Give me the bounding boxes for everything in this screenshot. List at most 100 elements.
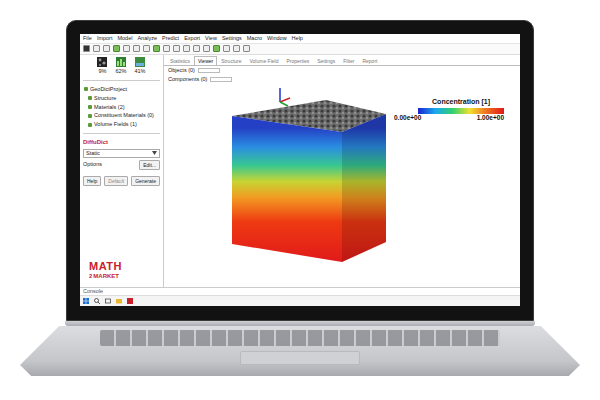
color-legend: Concentration [1] 0.00e+001.00e+00 (394, 98, 504, 285)
tree-item[interactable]: Structure (83, 95, 160, 102)
tab[interactable]: Settings (313, 56, 339, 65)
tool-icon[interactable] (103, 45, 110, 52)
tab[interactable]: Filter (339, 56, 358, 65)
taskbar-item[interactable] (105, 298, 111, 304)
tree-label: Volume Fields (1) (94, 121, 137, 128)
legend-gradient (418, 108, 504, 114)
folder-icon (88, 114, 92, 118)
stat-item: 62% (115, 57, 126, 75)
tool-icon[interactable] (83, 45, 90, 52)
tool-icon[interactable] (243, 45, 250, 52)
logo-text: MARKET (93, 273, 119, 279)
tree-item[interactable]: Constituent Materials (0) (83, 112, 160, 119)
tree-label: Constituent Materials (0) (94, 112, 154, 119)
laptop-base (20, 321, 580, 376)
tree-label: Materials (2) (94, 104, 125, 111)
menu-item[interactable]: Macro (247, 35, 262, 42)
taskbar-item[interactable] (94, 298, 100, 304)
cube-view[interactable] (168, 86, 388, 285)
menu-item[interactable]: Help (292, 35, 303, 42)
tree-item[interactable]: Volume Fields (1) (83, 121, 160, 128)
logo-digit: 2 (89, 273, 92, 279)
tab[interactable]: Report (358, 56, 381, 65)
dropdown-icon (152, 150, 157, 157)
tree-item[interactable]: GeoDictProject (83, 86, 160, 93)
windows-icon (83, 298, 89, 304)
legend-max: 1.00e+00 (477, 114, 504, 122)
legend-labels: 0.00e+001.00e+00 (394, 114, 504, 122)
field-label: Objects (0) (168, 67, 195, 74)
search-icon (94, 298, 100, 304)
menu-item[interactable]: Settings (222, 35, 242, 42)
menu-item[interactable]: Export (184, 35, 200, 42)
panel-button[interactable]: Help (83, 176, 101, 186)
stats-row: 9% 62% 41% (83, 57, 160, 75)
app-window: File Import Model Analyze Predict Export View S… (80, 34, 520, 306)
taskview-icon (105, 298, 111, 304)
menu-item[interactable]: File (83, 35, 92, 42)
panel-button[interactable]: Generate (131, 176, 160, 186)
tree-item[interactable]: Materials (2) (83, 104, 160, 111)
memory-icon (116, 57, 126, 67)
stat-item: 9% (97, 57, 107, 75)
field-label: Components (0) (168, 76, 207, 83)
keyboard (100, 330, 500, 346)
solver-select[interactable]: Static (83, 149, 160, 158)
legend-title: Concentration [1] (432, 98, 490, 107)
field-input[interactable] (198, 68, 220, 73)
tab[interactable]: Viewer (194, 56, 217, 65)
edit-button[interactable]: Edit... (139, 160, 160, 170)
tool-icon[interactable] (183, 45, 190, 52)
tab[interactable]: Properties (282, 56, 313, 65)
cube-model[interactable] (230, 94, 388, 264)
structure-icon (97, 57, 107, 67)
tool-icon[interactable] (163, 45, 170, 52)
tool-icon[interactable] (143, 45, 150, 52)
app-body: 9% 62% 41% GeoDictProject Structure Materials… (80, 55, 520, 287)
main-panel: StatisticsViewerStructureVolume FieldPro… (164, 55, 520, 287)
tool-icon[interactable] (173, 45, 180, 52)
taskbar-item[interactable] (83, 298, 89, 304)
stat-item: 41% (135, 57, 146, 75)
tool-icon[interactable] (133, 45, 140, 52)
taskbar-item[interactable] (116, 298, 122, 304)
menu-bar: File Import Model Analyze Predict Export View S… (80, 34, 520, 44)
tab[interactable]: Structure (217, 56, 245, 65)
trackpad[interactable] (240, 351, 360, 365)
options-row: OptionsEdit... (83, 160, 160, 170)
tool-icon[interactable] (123, 45, 130, 52)
menu-item[interactable]: Import (97, 35, 113, 42)
axes-icon (274, 86, 292, 108)
field-input[interactable] (210, 77, 232, 82)
tab[interactable]: Statistics (166, 56, 194, 65)
tool-icon[interactable] (93, 45, 100, 52)
tool-icon[interactable] (203, 45, 210, 52)
console-bar[interactable]: Console (80, 287, 520, 295)
left-panel: 9% 62% 41% GeoDictProject Structure Materials… (80, 55, 164, 287)
module-title: DiffuDict (83, 139, 160, 147)
tab[interactable]: Volume Field (246, 56, 283, 65)
menu-item[interactable]: Analyze (137, 35, 157, 42)
logo-subline: 2MARKET (89, 272, 160, 279)
tool-icon[interactable] (233, 45, 240, 52)
tab-bar: StatisticsViewerStructureVolume FieldPro… (164, 55, 520, 66)
tool-icon[interactable] (153, 45, 160, 52)
tool-icon[interactable] (213, 45, 220, 52)
menu-item[interactable]: Model (117, 35, 132, 42)
stat-reading: 9% (99, 68, 107, 75)
menu-item[interactable]: Window (267, 35, 287, 42)
tool-icon[interactable] (193, 45, 200, 52)
caret-icon (152, 151, 157, 155)
explorer-icon (116, 298, 122, 304)
taskbar-item[interactable] (127, 298, 133, 304)
menu-item[interactable]: Predict (162, 35, 179, 42)
tree-label: GeoDictProject (90, 86, 127, 93)
menu-item[interactable]: View (205, 35, 217, 42)
divider (83, 80, 160, 81)
tool-icon[interactable] (223, 45, 230, 52)
divider (83, 133, 160, 134)
stat-reading: 41% (135, 68, 146, 75)
tool-icon[interactable] (113, 45, 120, 52)
viewer-canvas[interactable]: Concentration [1] 0.00e+001.00e+00 (164, 84, 520, 287)
button-row: HelpDefaultGenerate (83, 176, 160, 186)
